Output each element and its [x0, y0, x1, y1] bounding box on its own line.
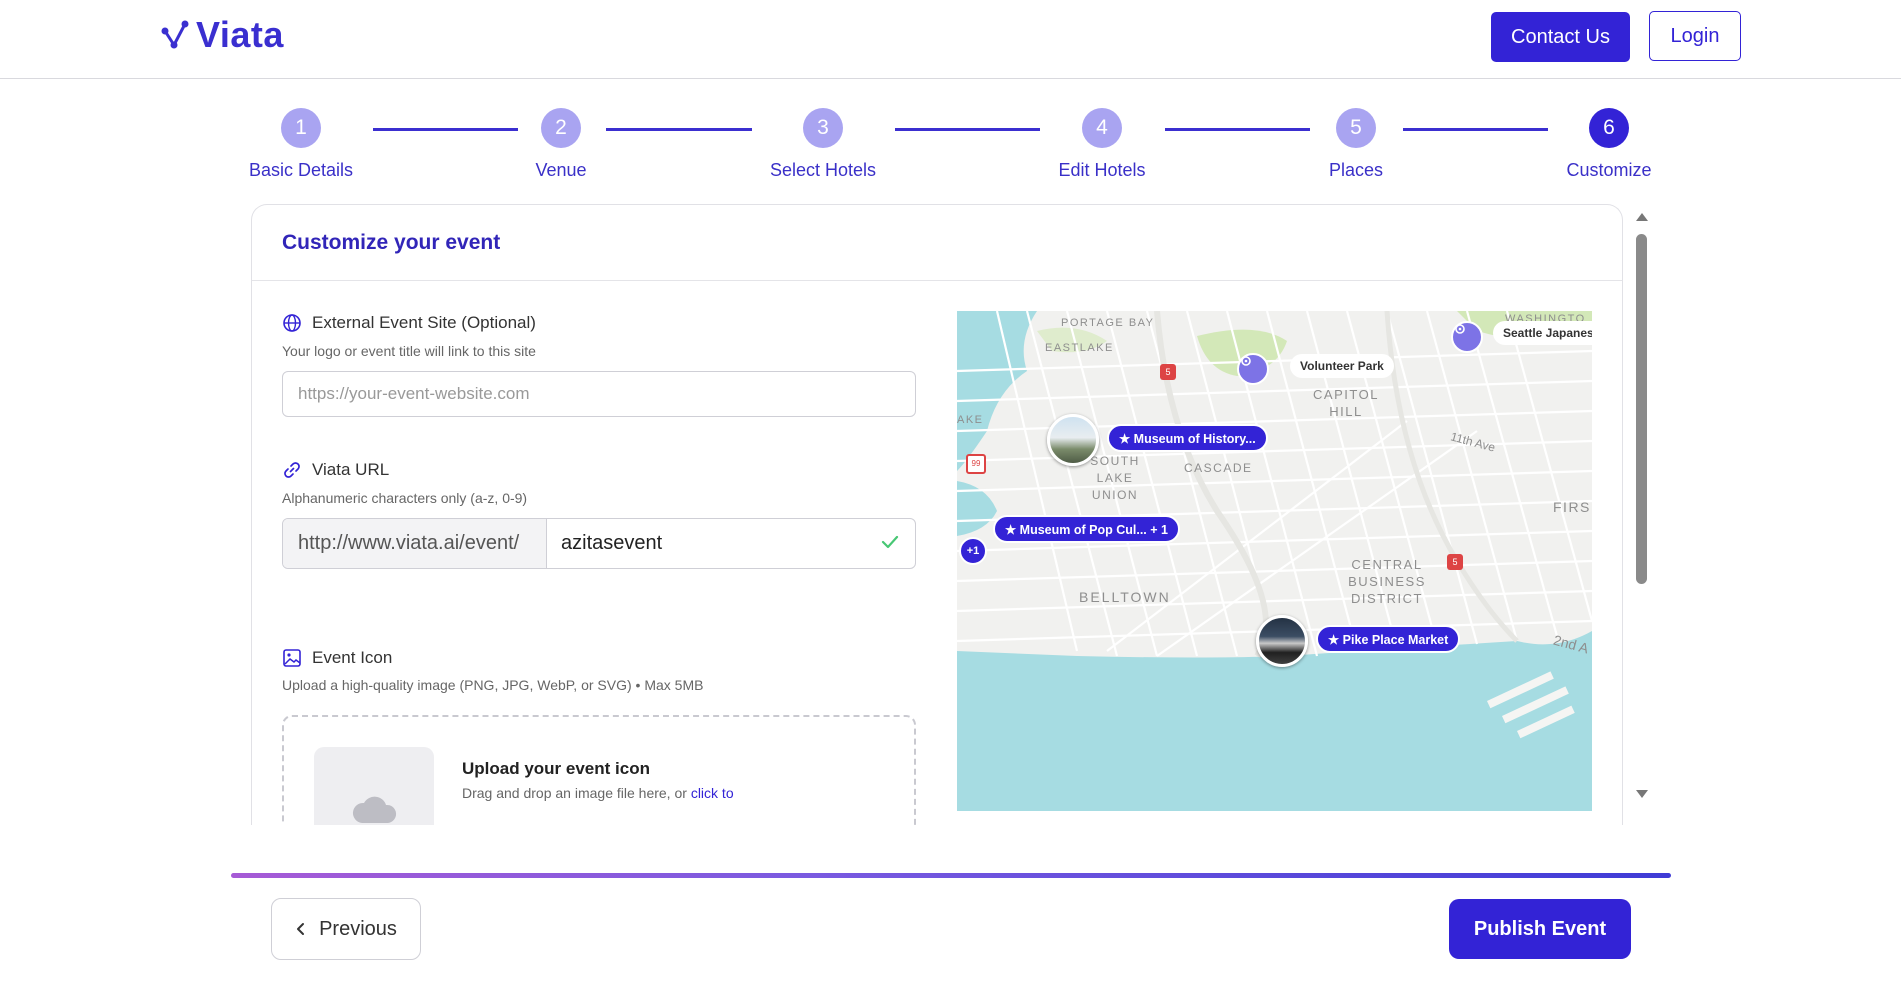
step-customize[interactable]: 6 Customize	[1529, 108, 1689, 181]
click-to-browse-link[interactable]: click to	[691, 785, 734, 801]
step-label: Customize	[1566, 160, 1652, 180]
logo[interactable]: Viata	[160, 14, 284, 56]
image-icon	[283, 649, 301, 667]
step-connector	[895, 128, 1040, 131]
seattle-japanese-garden-pin[interactable]	[1451, 321, 1483, 353]
scroll-down-arrow[interactable]	[1636, 790, 1648, 798]
top-header: Viata Contact Us Login	[0, 0, 1901, 79]
external-site-input[interactable]: https://your-event-website.com	[282, 371, 916, 417]
step-number: 2	[541, 108, 581, 148]
step-basic-details[interactable]: 1 Basic Details	[221, 108, 381, 181]
link-icon	[284, 462, 300, 478]
card-title: Customize your event	[282, 231, 501, 254]
step-number: 6	[1589, 108, 1629, 148]
viata-url-input[interactable]: azitasevent	[547, 519, 915, 568]
viata-url-label: Viata URL	[282, 460, 389, 480]
district-label: CASCADE	[1184, 461, 1253, 475]
divider	[252, 280, 1622, 281]
contact-us-button[interactable]: Contact Us	[1491, 12, 1630, 62]
pike-place-market-photo[interactable]	[1256, 615, 1308, 667]
viata-url-help: Alphanumeric characters only (a-z, 0-9)	[282, 490, 528, 506]
icon-upload-dropzone[interactable]: Upload your event icon Drag and drop an …	[282, 715, 916, 825]
location-pin-icon	[1241, 356, 1251, 366]
district-label: EASTLAKE	[1045, 342, 1114, 354]
external-site-placeholder: https://your-event-website.com	[298, 384, 530, 403]
map-preview[interactable]: 5 5 99 PORTAGE BAY EASTLAKE CAPITOL HILL…	[957, 311, 1592, 811]
previous-label: Previous	[319, 917, 397, 940]
event-icon-label: Event Icon	[282, 648, 392, 668]
event-icon-help: Upload a high-quality image (PNG, JPG, W…	[282, 677, 704, 693]
step-label: Venue	[535, 160, 587, 180]
place-label: Volunteer Park	[1290, 354, 1394, 378]
step-label: Select Hotels	[769, 160, 877, 180]
map-background	[957, 311, 1592, 811]
highway-shield: 5	[1447, 554, 1463, 570]
step-venue[interactable]: 2 Venue	[481, 108, 641, 181]
check-icon	[881, 535, 899, 549]
district-label: FIRS	[1553, 499, 1591, 515]
step-number: 5	[1336, 108, 1376, 148]
step-number: 1	[281, 108, 321, 148]
customize-card: Customize your event External Event Site…	[251, 204, 1623, 825]
upload-text: Drag and drop an image file here, or	[462, 785, 691, 801]
logo-text: Viata	[196, 14, 284, 55]
step-label: Places	[1328, 160, 1384, 180]
district-label: PORTAGE BAY	[1061, 317, 1155, 329]
external-site-label: External Event Site (Optional)	[282, 313, 536, 333]
step-number: 3	[803, 108, 843, 148]
upload-instructions: Drag and drop an image file here, or cli…	[462, 785, 734, 801]
progress-bar	[231, 873, 1671, 878]
scroll-up-arrow[interactable]	[1636, 213, 1648, 221]
district-label: AKE	[957, 414, 984, 426]
upload-title: Upload your event icon	[462, 759, 650, 778]
step-places[interactable]: 5 Places	[1276, 108, 1436, 181]
chevron-left-icon	[297, 923, 305, 935]
district-label: BELLTOWN	[1079, 589, 1171, 605]
viata-url-value: azitasevent	[561, 532, 663, 554]
external-site-help: Your logo or event title will link to th…	[282, 343, 536, 359]
pike-place-market-marker[interactable]: ★ Pike Place Market	[1316, 625, 1461, 653]
external-site-label-text: External Event Site (Optional)	[312, 313, 536, 332]
step-number: 4	[1082, 108, 1122, 148]
district-label: CAPITOL HILL	[1313, 387, 1379, 419]
step-edit-hotels[interactable]: 4 Edit Hotels	[1022, 108, 1182, 181]
upload-preview	[314, 747, 434, 825]
scrollbar-thumb[interactable]	[1636, 234, 1647, 584]
highway-shield: 99	[966, 454, 986, 474]
museum-of-history-photo[interactable]	[1047, 414, 1099, 466]
location-pin-icon	[1455, 324, 1465, 334]
event-icon-label-text: Event Icon	[312, 648, 393, 667]
museum-of-history-marker[interactable]: ★ Museum of History...	[1107, 424, 1268, 452]
district-label: CENTRAL BUSINESS DISTRICT	[1348, 557, 1426, 606]
publish-event-button[interactable]: Publish Event	[1449, 899, 1631, 959]
step-select-hotels[interactable]: 3 Select Hotels	[743, 108, 903, 181]
step-label: Basic Details	[248, 160, 354, 180]
url-prefix: http://www.viata.ai/event/	[283, 519, 547, 568]
viata-url-label-text: Viata URL	[312, 460, 390, 479]
museum-of-pop-culture-marker[interactable]: ★ Museum of Pop Cul... + 1	[993, 515, 1180, 543]
cluster-badge[interactable]: +1	[959, 537, 987, 565]
viata-url-field: http://www.viata.ai/event/ azitasevent	[282, 518, 916, 569]
previous-button[interactable]: Previous	[271, 898, 421, 960]
place-label: Seattle Japanes	[1493, 321, 1592, 345]
volunteer-park-pin[interactable]	[1237, 353, 1269, 385]
globe-icon	[283, 314, 301, 332]
cloud-upload-icon	[352, 796, 397, 823]
login-button[interactable]: Login	[1649, 11, 1741, 61]
step-label: Edit Hotels	[1058, 160, 1146, 180]
highway-shield: 5	[1160, 364, 1176, 380]
logo-icon	[161, 20, 189, 49]
